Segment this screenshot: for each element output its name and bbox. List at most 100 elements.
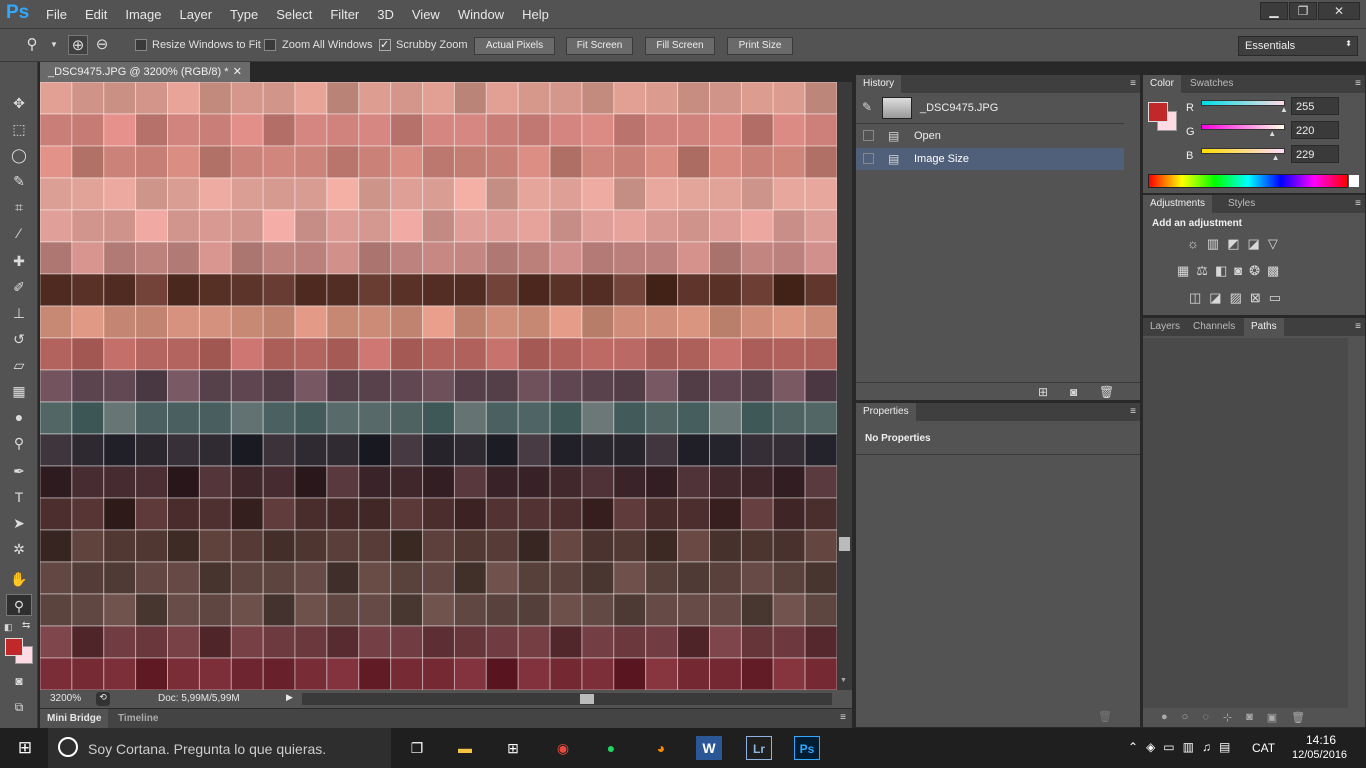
- restore-button[interactable]: ❐: [1289, 2, 1317, 20]
- tab-adjustments[interactable]: Adjustments: [1143, 195, 1213, 213]
- fit-screen-button[interactable]: Fit Screen: [566, 37, 633, 55]
- history-item-selected[interactable]: ▤ Image Size: [856, 148, 1124, 170]
- photo-filter-icon[interactable]: ◙: [1234, 263, 1242, 279]
- default-colors-icon[interactable]: ◧: [4, 622, 13, 633]
- invert-icon[interactable]: ◫: [1189, 290, 1201, 306]
- chevron-down-icon[interactable]: ▼: [44, 35, 64, 55]
- new-path-icon[interactable]: ▣: [1267, 711, 1277, 724]
- eraser-tool-icon[interactable]: ▱: [6, 354, 32, 376]
- horizontal-scroll-thumb[interactable]: [580, 694, 594, 704]
- color-spectrum-bar[interactable]: [1148, 174, 1359, 188]
- google-drive-icon[interactable]: ◈: [1146, 740, 1155, 754]
- levels-icon[interactable]: ▥: [1207, 236, 1219, 252]
- tab-timeline[interactable]: Timeline: [118, 713, 158, 724]
- hue-saturation-icon[interactable]: ▦: [1177, 263, 1189, 279]
- crop-tool-icon[interactable]: ⌗: [6, 196, 32, 218]
- menu-filter[interactable]: Filter: [330, 7, 359, 22]
- gradient-tool-icon[interactable]: ▦: [6, 380, 32, 402]
- add-mask-icon[interactable]: ◙: [1246, 711, 1253, 724]
- close-tab-icon[interactable]: ✕: [233, 65, 242, 78]
- cortana-search-box[interactable]: Soy Cortana. Pregunta lo que quieras.: [48, 728, 391, 768]
- notifications-icon[interactable]: ▤: [1219, 740, 1230, 754]
- tab-styles[interactable]: Styles: [1221, 195, 1262, 213]
- healing-brush-tool-icon[interactable]: ✚: [6, 250, 32, 272]
- volume-icon[interactable]: ♫: [1202, 740, 1211, 754]
- image-canvas[interactable]: [40, 82, 837, 690]
- resize-windows-checkbox[interactable]: [135, 39, 147, 51]
- make-work-path-icon[interactable]: ⊹: [1223, 711, 1232, 724]
- vertical-scroll-thumb[interactable]: [839, 537, 850, 551]
- document-tab[interactable]: _DSC9475.JPG @ 3200% (RGB/8) * ✕: [40, 62, 250, 82]
- menu-view[interactable]: View: [412, 7, 440, 22]
- history-state-checkbox[interactable]: [863, 153, 874, 164]
- menu-window[interactable]: Window: [458, 7, 504, 22]
- zoom-tool-icon[interactable]: ⚲: [6, 594, 32, 616]
- actual-pixels-button[interactable]: Actual Pixels: [474, 37, 555, 55]
- clone-stamp-tool-icon[interactable]: ⊥: [6, 302, 32, 324]
- channel-value-input[interactable]: 255: [1291, 97, 1339, 115]
- quick-select-tool-icon[interactable]: ✎: [6, 170, 32, 192]
- slider-handle-icon[interactable]: ▲: [1272, 153, 1280, 162]
- vertical-scrollbar[interactable]: ▼: [837, 82, 852, 690]
- tab-mini-bridge[interactable]: Mini Bridge: [40, 709, 109, 728]
- shape-tool-icon[interactable]: ✲: [6, 538, 32, 560]
- load-selection-icon[interactable]: ◌: [1202, 711, 1209, 724]
- menu-image[interactable]: Image: [125, 7, 161, 22]
- language-indicator[interactable]: CAT: [1252, 741, 1275, 755]
- new-document-from-state-icon[interactable]: ⊞: [1038, 385, 1048, 399]
- zoom-all-checkbox[interactable]: [264, 39, 276, 51]
- swap-colors-icon[interactable]: ⇆: [22, 620, 30, 631]
- dodge-tool-icon[interactable]: ⚲: [6, 432, 32, 454]
- posterize-icon[interactable]: ◪: [1209, 290, 1221, 306]
- fill-path-icon[interactable]: ●: [1161, 711, 1168, 724]
- panel-menu-icon[interactable]: ≡: [1355, 78, 1361, 89]
- channel-value-input[interactable]: 229: [1291, 145, 1339, 163]
- type-tool-icon[interactable]: T: [6, 486, 32, 508]
- trash-icon[interactable]: 🗑: [1099, 385, 1114, 399]
- tab-swatches[interactable]: Swatches: [1183, 75, 1240, 93]
- foreground-color-swatch[interactable]: [1148, 102, 1168, 122]
- menu-help[interactable]: Help: [522, 7, 549, 22]
- foreground-color-swatch[interactable]: [5, 638, 23, 656]
- history-item[interactable]: ▤ Open: [856, 125, 1124, 147]
- workspace-select[interactable]: Essentials ⬍: [1238, 36, 1358, 56]
- word-icon[interactable]: W: [696, 736, 722, 760]
- scrubby-zoom-checkbox[interactable]: ✓: [379, 39, 391, 51]
- exposure-icon[interactable]: ◪: [1248, 236, 1260, 252]
- zoom-in-icon[interactable]: ⊕: [68, 35, 88, 55]
- clock-time[interactable]: 14:16: [1306, 733, 1336, 747]
- show-hidden-icons-icon[interactable]: ⌃: [1128, 740, 1138, 754]
- horizontal-scrollbar[interactable]: [302, 693, 832, 705]
- gradient-map-icon[interactable]: ▭: [1269, 290, 1281, 306]
- panel-menu-icon[interactable]: ≡: [1130, 406, 1136, 417]
- chrome-icon[interactable]: ◉: [550, 736, 576, 760]
- tab-paths[interactable]: Paths: [1244, 318, 1284, 336]
- zoom-tool-preset-icon[interactable]: ⚲: [22, 35, 42, 55]
- panel-menu-icon[interactable]: ≡: [1355, 198, 1361, 209]
- panel-menu-icon[interactable]: ≡: [1130, 78, 1136, 89]
- store-icon[interactable]: ⊞: [500, 736, 526, 760]
- menu-3d[interactable]: 3D: [377, 7, 394, 22]
- path-selection-tool-icon[interactable]: ➤: [6, 512, 32, 534]
- tab-layers[interactable]: Layers: [1143, 318, 1187, 336]
- tab-properties[interactable]: Properties: [856, 403, 916, 421]
- windows-start-icon[interactable]: ⊞: [12, 736, 38, 760]
- brush-tool-icon[interactable]: ✐: [6, 276, 32, 298]
- history-brush-tool-icon[interactable]: ↺: [6, 328, 32, 350]
- channel-value-input[interactable]: 220: [1291, 121, 1339, 139]
- menu-type[interactable]: Type: [230, 7, 258, 22]
- menu-edit[interactable]: Edit: [85, 7, 107, 22]
- lightroom-icon[interactable]: Lr: [746, 736, 772, 760]
- tab-color[interactable]: Color: [1143, 75, 1181, 93]
- slider-handle-icon[interactable]: ▲: [1280, 105, 1288, 114]
- panel-menu-icon[interactable]: ≡: [840, 712, 846, 723]
- vibrance-icon[interactable]: ▽: [1268, 236, 1278, 252]
- lasso-tool-icon[interactable]: ◯: [6, 144, 32, 166]
- share-icon[interactable]: ⟲: [96, 692, 110, 706]
- channel-mixer-icon[interactable]: ❂: [1249, 263, 1260, 279]
- menu-file[interactable]: File: [46, 7, 67, 22]
- task-view-icon[interactable]: ❐: [404, 736, 430, 760]
- fill-screen-button[interactable]: Fill Screen: [645, 37, 715, 55]
- close-button[interactable]: ✕: [1318, 2, 1360, 20]
- eyedropper-tool-icon[interactable]: ⁄: [6, 222, 32, 244]
